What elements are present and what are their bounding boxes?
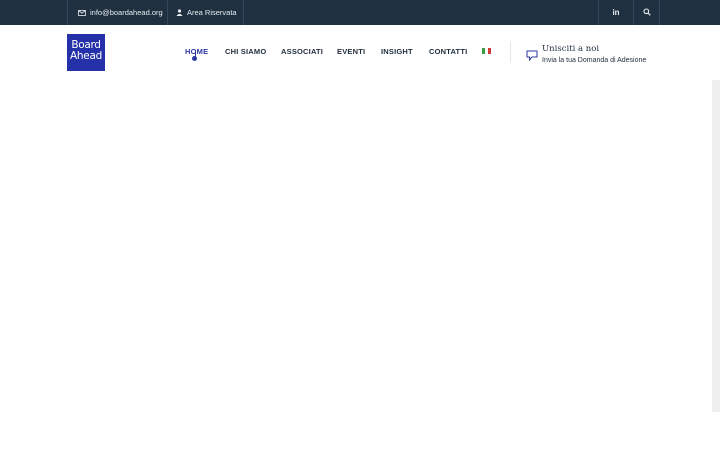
nav-insight[interactable]: INSIGHT [381, 47, 413, 56]
italy-flag-icon[interactable] [482, 48, 491, 54]
top-bar: info@boardahead.org Area Riservata in [0, 0, 720, 25]
nav-chi-siamo[interactable]: CHI SIAMO [225, 47, 266, 56]
nav-eventi[interactable]: EVENTI [337, 47, 365, 56]
nav-associati[interactable]: ASSOCIATI [281, 47, 323, 56]
active-indicator-dot [192, 56, 197, 61]
nav-home[interactable]: HOME [185, 47, 208, 56]
join-subtitle[interactable]: Invia la tua Domanda di Adesione [542, 57, 646, 64]
envelope-icon [78, 9, 86, 16]
header-divider [510, 41, 511, 63]
scrollbar[interactable] [712, 80, 720, 412]
join-title[interactable]: Unisciti a noi [542, 44, 599, 54]
linkedin-icon: in [612, 8, 620, 17]
board-ahead-logo[interactable]: Board Ahead [67, 34, 105, 71]
nav-contatti[interactable]: CONTATTI [429, 47, 467, 56]
search-button[interactable] [633, 0, 660, 25]
email-text: info@boardahead.org [90, 8, 163, 17]
reserved-area-text: Area Riservata [187, 8, 237, 17]
email-link[interactable]: info@boardahead.org [67, 0, 167, 25]
site-header: Board Ahead HOME CHI SIAMO ASSOCIATI EVE… [0, 25, 720, 80]
search-icon [642, 7, 651, 18]
logo-line-2: Ahead [70, 50, 102, 62]
linkedin-link[interactable]: in [598, 0, 633, 25]
chat-icon [526, 48, 538, 62]
reserved-area-link[interactable]: Area Riservata [167, 0, 244, 25]
user-icon [176, 9, 183, 16]
